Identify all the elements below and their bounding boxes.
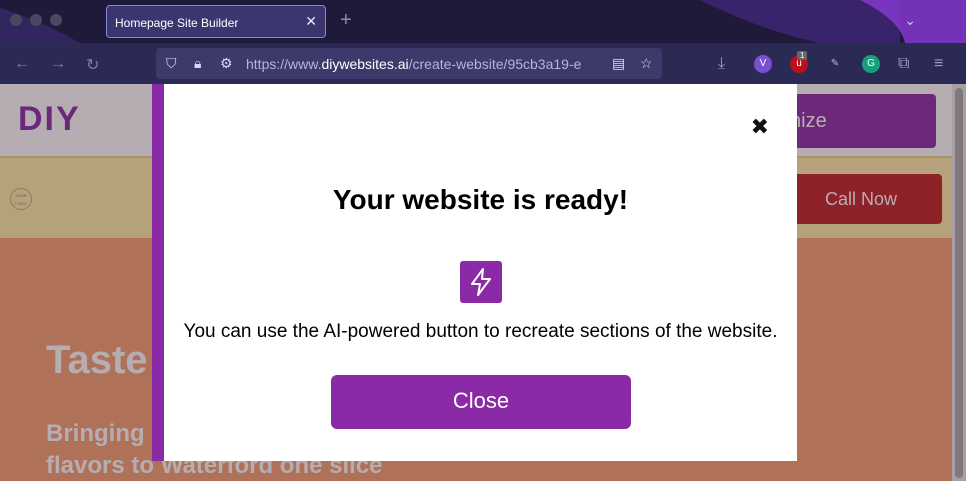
download-icon[interactable]: ⤓: [718, 55, 725, 73]
forward-arrow-icon[interactable]: →: [50, 55, 66, 73]
shield-icon[interactable]: ⛉: [166, 55, 177, 72]
tab-homepage-site-builder[interactable]: Homepage Site Builder ✕: [106, 5, 326, 38]
extension-pen-icon[interactable]: ✎: [826, 55, 844, 73]
tab-title: Homepage Site Builder: [115, 16, 239, 30]
browser-nav-bar: ← → ↻ ⛉ 🔒︎ ⚙ https://www.diywebsites.ai/…: [0, 43, 966, 84]
url-prefix: https://www.: [246, 56, 322, 72]
tab-close-icon[interactable]: ✕: [305, 13, 317, 30]
back-arrow-icon[interactable]: ←: [14, 55, 30, 73]
lock-icon[interactable]: 🔒︎: [194, 55, 201, 72]
lightning-bolt-icon: [460, 261, 502, 303]
extension-grammarly-icon[interactable]: G: [862, 55, 880, 73]
url-path: /create-website/95cb3a19-e: [408, 56, 582, 72]
modal-body-text: You can use the AI-powered button to rec…: [183, 321, 778, 342]
extension-badge: 1: [797, 51, 808, 60]
window-close-dot[interactable]: [10, 14, 22, 26]
url-host: diywebsites.ai: [321, 56, 409, 72]
website-ready-modal: ✖ Your website is ready! You can use the…: [152, 84, 797, 461]
menu-hamburger-icon[interactable]: ≡: [934, 55, 943, 73]
close-button[interactable]: Close: [331, 375, 631, 429]
extension-v-icon[interactable]: V: [754, 55, 772, 73]
reader-mode-icon[interactable]: ▤: [612, 55, 625, 72]
url-bar[interactable]: ⛉ 🔒︎ ⚙ https://www.diywebsites.ai/create…: [156, 48, 662, 79]
modal-title: Your website is ready!: [332, 184, 629, 215]
reload-icon[interactable]: ↻: [86, 55, 99, 75]
new-tab-icon[interactable]: +: [340, 9, 352, 32]
site-permissions-icon[interactable]: ⚙: [220, 55, 233, 72]
browser-tab-bar: Homepage Site Builder ✕ + ⌄: [0, 0, 966, 43]
url-text[interactable]: https://www.diywebsites.ai/create-websit…: [246, 56, 602, 72]
window-minimize-dot[interactable]: [30, 14, 42, 26]
window-zoom-dot[interactable]: [50, 14, 62, 26]
close-icon[interactable]: ✖: [751, 114, 769, 140]
extensions-puzzle-icon[interactable]: ⧉: [898, 55, 909, 73]
chevron-down-icon[interactable]: ⌄: [904, 12, 916, 29]
bookmark-star-icon[interactable]: ☆: [640, 55, 653, 72]
